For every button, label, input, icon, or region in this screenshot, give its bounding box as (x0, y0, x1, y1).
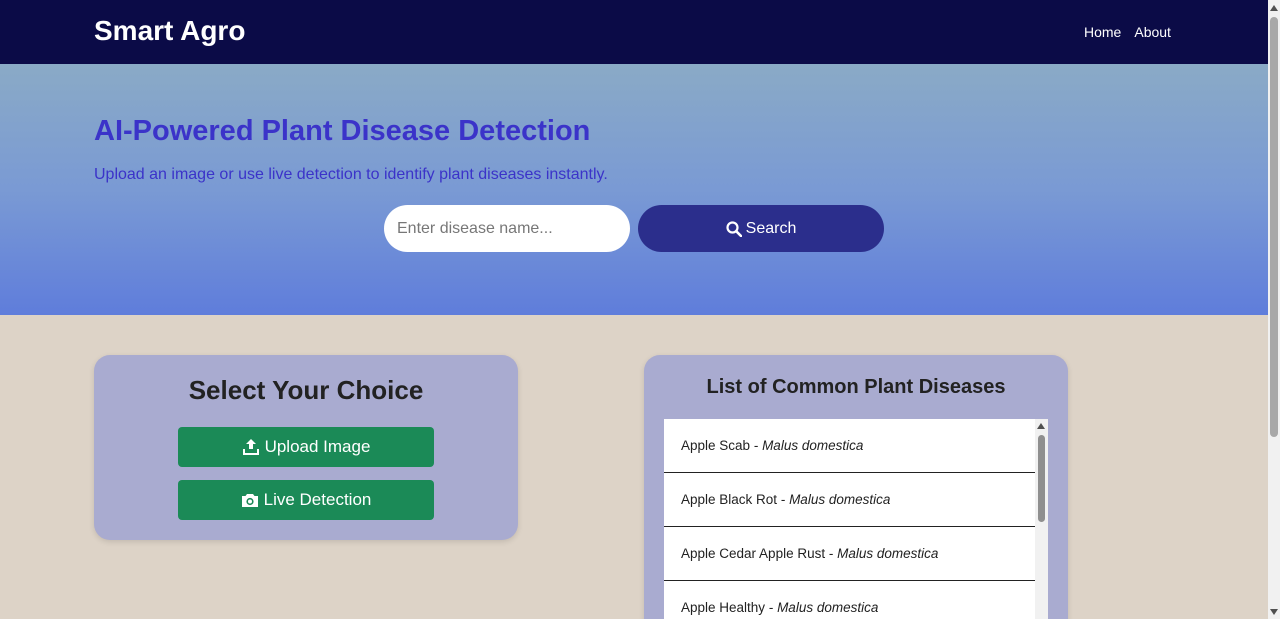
separator: - (825, 546, 838, 561)
hero-subtitle: Upload an image or use live detection to… (94, 166, 608, 183)
camera-icon (241, 494, 258, 507)
separator: - (777, 492, 790, 507)
navbar: Smart Agro Home About (0, 0, 1268, 64)
list-item[interactable]: Apple Cedar Apple Rust - Malus domestica (664, 527, 1035, 581)
disease-list-title: List of Common Plant Diseases (706, 376, 1006, 398)
scientific-name: Malus domestica (777, 600, 879, 615)
nav-home-link[interactable]: Home (1084, 24, 1121, 40)
list-item[interactable]: Apple Black Rot - Malus domestica (664, 473, 1035, 527)
nav-links: Home About (1084, 24, 1171, 40)
list-item[interactable]: Apple Scab - Malus domestica (664, 419, 1035, 473)
upload-image-button[interactable]: Upload Image (178, 427, 434, 467)
list-scrollbar-thumb[interactable] (1038, 435, 1045, 522)
separator: - (750, 438, 763, 453)
hero-title: AI-Powered Plant Disease Detection (94, 115, 591, 147)
scientific-name: Malus domestica (762, 438, 864, 453)
live-detection-label: Live Detection (263, 490, 372, 509)
choice-card: Select Your Choice Upload Image Live Det… (94, 355, 518, 540)
upload-image-label: Upload Image (264, 437, 371, 456)
live-detection-button[interactable]: Live Detection (178, 480, 434, 520)
separator: - (765, 600, 778, 615)
upload-icon (242, 439, 259, 455)
page-scroll-up-arrow-icon[interactable] (1270, 5, 1278, 11)
disease-search-input[interactable] (384, 205, 630, 252)
list-scrollbar[interactable] (1035, 419, 1048, 619)
search-button[interactable]: Search (638, 205, 884, 252)
disease-list[interactable]: Apple Scab - Malus domestica Apple Black… (664, 419, 1048, 619)
disease-name: Apple Scab (681, 438, 751, 453)
brand-logo-text[interactable]: Smart Agro (94, 15, 245, 47)
page-scrollbar-thumb[interactable] (1270, 17, 1278, 437)
disease-name: Apple Healthy (681, 600, 766, 615)
page-scroll-down-arrow-icon[interactable] (1270, 609, 1278, 615)
scientific-name: Malus domestica (837, 546, 939, 561)
scientific-name: Malus domestica (789, 492, 891, 507)
list-item[interactable]: Apple Healthy - Malus domestica (664, 581, 1035, 619)
hero-section: AI-Powered Plant Disease Detection Uploa… (0, 64, 1268, 315)
nav-about-link[interactable]: About (1134, 24, 1171, 40)
magnifier-icon (726, 220, 742, 237)
disease-name: Apple Black Rot (681, 492, 778, 507)
disease-list-card: List of Common Plant Diseases Apple Scab… (644, 355, 1068, 619)
scroll-up-arrow-icon[interactable] (1037, 423, 1045, 429)
choice-title: Select Your Choice (188, 375, 424, 405)
disease-name: Apple Cedar Apple Rust (681, 546, 826, 561)
search-button-label: Search (745, 219, 797, 237)
page-scrollbar[interactable] (1268, 0, 1280, 619)
